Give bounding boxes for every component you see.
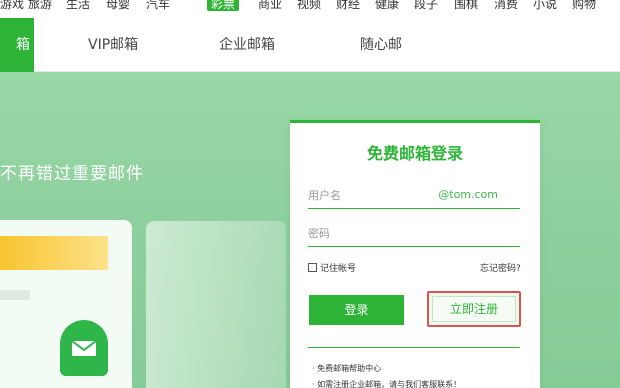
nav-item-jokes[interactable]: 段子: [414, 0, 438, 11]
top-category-nav: 游戏 旅游 生活 母婴 汽车 彩票 商业 视频 财经 健康 段子 围棋 消费 小…: [0, 0, 620, 14]
remember-label: 记住帐号: [320, 264, 357, 274]
nav-item-consumer[interactable]: 消费: [494, 0, 518, 11]
password-field-wrapper: [308, 221, 520, 247]
nav-item-business[interactable]: 商业: [258, 0, 282, 11]
tab-free-mail[interactable]: 箱: [0, 18, 34, 72]
enterprise-contact-note: · 如需注册企业邮箱，请与我们客服联系！: [312, 380, 462, 388]
remember-checkbox[interactable]: [308, 263, 317, 272]
login-divider: [308, 347, 520, 348]
nav-item-life[interactable]: 生活: [66, 0, 90, 11]
forgot-password-link[interactable]: 忘记密码?: [480, 261, 521, 274]
nav-item-travel[interactable]: 旅游: [28, 0, 52, 11]
login-button[interactable]: 登录: [309, 295, 404, 325]
register-button-highlight[interactable]: 立即注册: [427, 291, 521, 327]
mail-tab-bar: 箱 VIP邮箱 企业邮箱 随心邮: [0, 14, 620, 72]
tab-vip-mail[interactable]: VIP邮箱: [88, 18, 138, 72]
username-input[interactable]: [308, 185, 438, 205]
nav-item-games[interactable]: 游戏: [0, 0, 24, 11]
domain-suffix: @tom.com: [438, 188, 498, 201]
illustration-panel: [146, 221, 286, 388]
password-input[interactable]: [308, 223, 438, 243]
nav-item-finance[interactable]: 财经: [336, 0, 360, 11]
tab-suixin-mail[interactable]: 随心邮: [360, 18, 402, 72]
envelope-icon: [72, 341, 96, 356]
hero-slogan: 不再错过重要邮件: [0, 164, 144, 184]
nav-item-go[interactable]: 围棋: [454, 0, 478, 11]
login-title: 免费邮箱登录: [366, 144, 463, 163]
login-panel: 免费邮箱登录 @tom.com 记住帐号 忘记密码? 登录 立即注册 · 免费邮…: [290, 120, 540, 388]
nav-item-auto[interactable]: 汽车: [146, 0, 170, 11]
register-button[interactable]: 立即注册: [432, 296, 516, 322]
remember-account[interactable]: 记住帐号: [308, 261, 356, 274]
nav-item-baby[interactable]: 母婴: [106, 0, 130, 11]
illustration-line: [0, 290, 30, 300]
illustration-yellow-bar: [0, 236, 108, 270]
tab-enterprise-mail[interactable]: 企业邮箱: [219, 18, 275, 72]
mail-badge: [60, 320, 108, 376]
nav-item-health[interactable]: 健康: [375, 0, 399, 11]
nav-item-novel[interactable]: 小说: [533, 0, 557, 11]
username-field-wrapper: @tom.com: [308, 183, 520, 209]
nav-item-shopping[interactable]: 购物: [572, 0, 596, 11]
help-center-link[interactable]: · 免费邮箱帮助中心: [312, 363, 381, 374]
nav-item-lottery[interactable]: 彩票: [207, 0, 240, 11]
nav-item-video[interactable]: 视频: [297, 0, 321, 11]
